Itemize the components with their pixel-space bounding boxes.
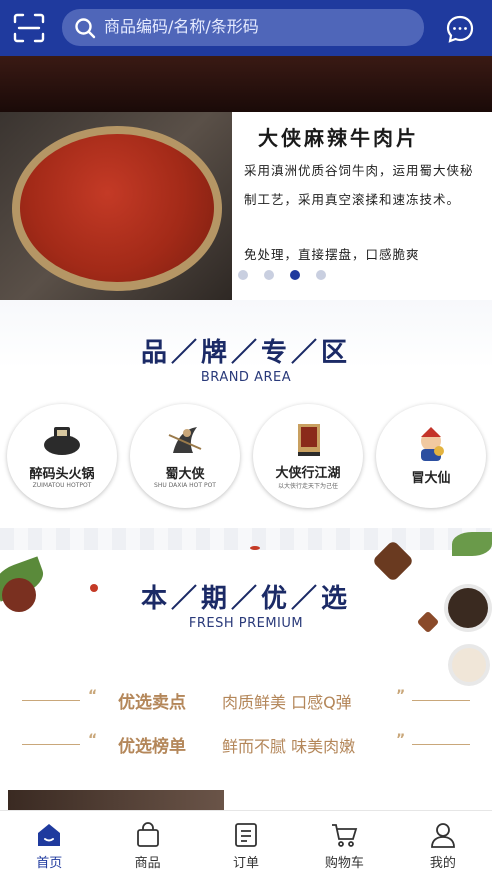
home-icon — [38, 824, 61, 846]
message-icon[interactable] — [445, 14, 475, 44]
fresh-premium-title: 本／期／优／选 — [140, 584, 351, 614]
banner-title: 大侠麻辣牛肉片 — [258, 126, 419, 150]
user-icon — [430, 823, 455, 848]
quote-close: ” — [396, 732, 406, 748]
banner-top-image — [0, 56, 492, 112]
brand-daxiaxingjianghu[interactable]: 大侠行江湖 以大侠行走天下为己任 — [253, 404, 363, 508]
character-logo-icon — [421, 426, 444, 461]
brand-sub: ZUIMATOU HOTPOT — [32, 482, 92, 489]
tab-label: 订单 — [233, 856, 260, 871]
quote-open: “ — [88, 732, 98, 748]
divider — [22, 744, 80, 745]
brand-name: 大侠行江湖 — [275, 466, 341, 481]
carousel-dots — [238, 270, 326, 280]
feature-label: 优选榜单 — [118, 737, 186, 757]
tab-label: 购物车 — [324, 856, 364, 871]
quote-open: “ — [88, 688, 98, 704]
food-image — [20, 134, 214, 282]
feature-row: “ 优选榜单 鲜而不腻 味美肉嫩 ” — [22, 730, 470, 758]
brand-name: 冒大仙 — [411, 470, 451, 486]
top-bar: 商品编码/名称/条形码 — [0, 0, 492, 56]
salt-bowl-decoration — [452, 648, 486, 682]
leaf-decoration — [452, 532, 492, 556]
brand-sub: 以大侠行走天下为己任 — [277, 483, 338, 490]
banner-description-more: 免处理，直接摆盘，口感脆爽 — [244, 247, 420, 262]
brand-zuimatou[interactable]: 醉码头火锅 ZUIMATOU HOTPOT — [7, 404, 117, 508]
feature-value: 鲜而不腻 味美肉嫩 — [222, 737, 356, 756]
hotpot-logo-icon — [44, 427, 80, 455]
feature-row: “ 优选卖点 肉质鲜美 口感Q弹 ” — [22, 686, 470, 714]
feature-value: 肉质鲜美 口感Q弹 — [222, 693, 352, 712]
fresh-premium-subtitle: FRESH PREMIUM — [188, 616, 304, 631]
fresh-premium-section: 本／期／优／选 FRESH PREMIUM “ 优选卖点 肉质鲜美 口感Q弹 ”… — [0, 528, 492, 810]
book-logo-icon — [298, 424, 320, 456]
product-card-image[interactable] — [8, 790, 224, 810]
search-input[interactable]: 商品编码/名称/条形码 — [62, 9, 424, 46]
brand-shudaxia[interactable]: 蜀大侠 SHU DAXIA HOT POT — [130, 404, 240, 508]
tab-cart[interactable]: 购物车 — [295, 811, 393, 878]
brand-name: 蜀大侠 — [165, 467, 205, 482]
divider — [412, 700, 470, 701]
search-icon — [75, 18, 96, 39]
divider — [412, 744, 470, 745]
order-icon — [235, 823, 257, 847]
brand-name: 醉码头火锅 — [29, 467, 95, 482]
banner-product-image — [0, 112, 232, 300]
brand-sub: SHU DAXIA HOT POT — [154, 482, 216, 489]
tab-orders[interactable]: 订单 — [197, 811, 295, 878]
decorative-pattern — [0, 528, 492, 550]
tab-home[interactable]: 首页 — [0, 811, 98, 878]
cart-icon — [332, 824, 358, 847]
brand-maodaxian[interactable]: 冒大仙 — [376, 404, 486, 508]
banner-description: 采用滇洲优质谷饲牛肉，运用蜀大侠秘制工艺，采用真空滚揉和速冻技术。 — [244, 163, 474, 207]
tab-label: 商品 — [134, 856, 161, 871]
carousel-dot[interactable] — [238, 270, 248, 280]
carousel-dot-active[interactable] — [290, 270, 300, 280]
carousel-dot[interactable] — [316, 270, 326, 280]
brand-area-title: 品／牌／专／区 — [140, 338, 351, 368]
tab-products[interactable]: 商品 — [98, 811, 196, 878]
bag-icon — [136, 822, 159, 847]
tab-profile[interactable]: 我的 — [394, 811, 492, 878]
scan-icon[interactable] — [12, 12, 46, 44]
feature-label: 优选卖点 — [118, 693, 186, 713]
quote-close: ” — [396, 688, 406, 704]
brand-area-section: 品／牌／专／区 BRAND AREA 醉码头火锅 ZUIMATOU HOTPOT… — [0, 300, 492, 528]
chili-decoration — [250, 546, 260, 550]
bottom-tab-bar: 首页 商品 订单 购物车 我的 — [0, 810, 492, 878]
tab-label: 我的 — [429, 856, 456, 871]
search-placeholder: 商品编码/名称/条形码 — [104, 17, 259, 36]
swordsman-logo-icon — [168, 427, 202, 453]
tab-label: 首页 — [36, 856, 63, 871]
brand-area-subtitle: BRAND AREA — [200, 370, 292, 385]
divider — [22, 700, 80, 701]
carousel-dot[interactable] — [264, 270, 274, 280]
